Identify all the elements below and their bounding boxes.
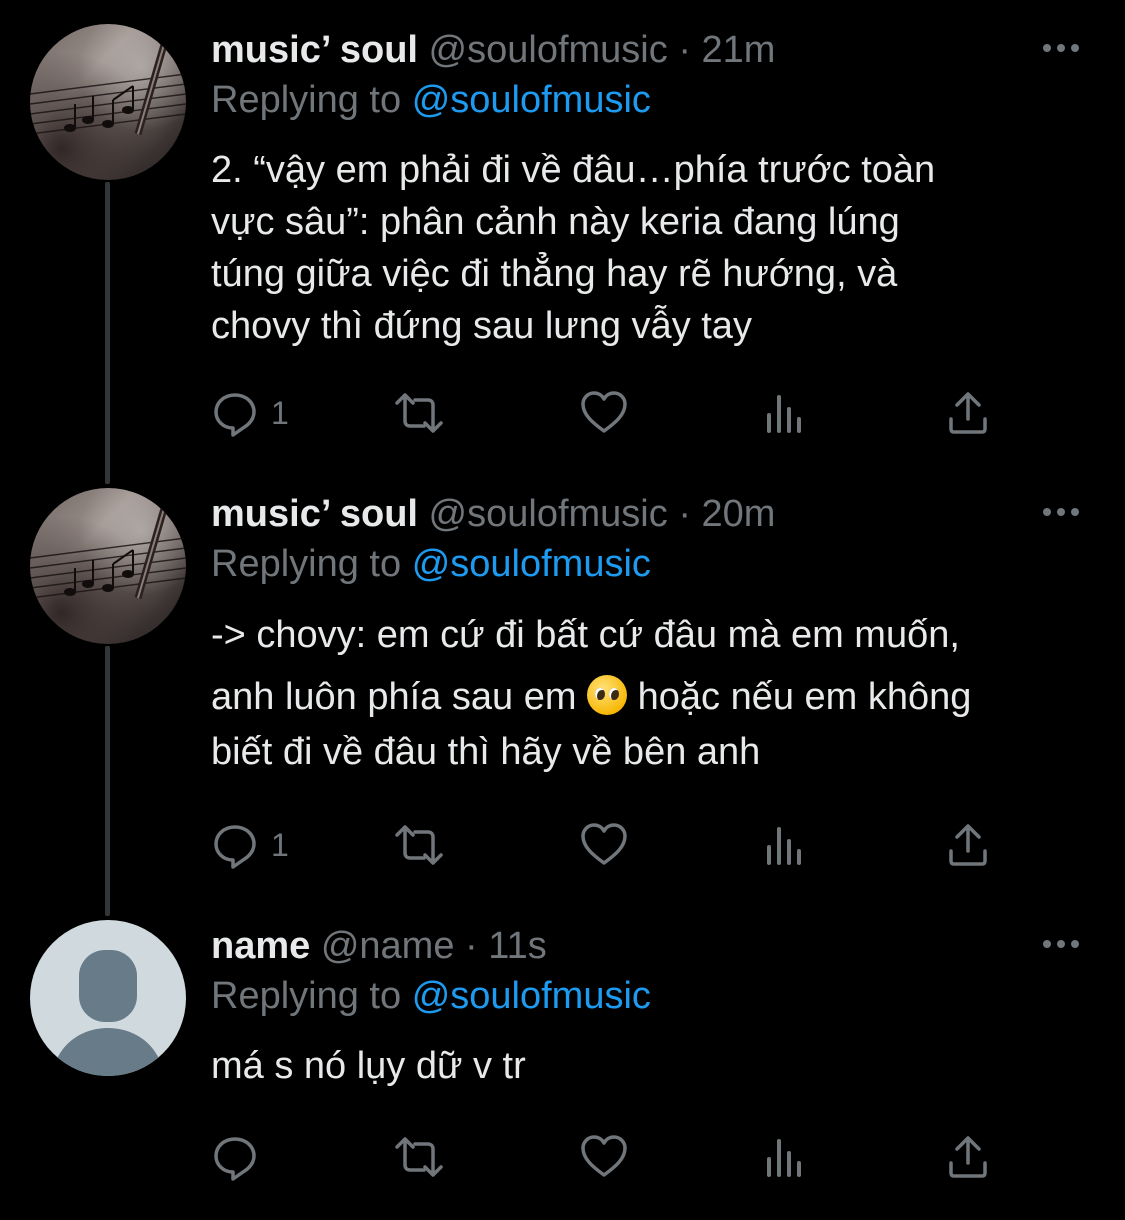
timestamp[interactable]: 11s bbox=[488, 925, 546, 967]
avatar[interactable] bbox=[30, 488, 186, 644]
reply-count: 1 bbox=[271, 826, 289, 863]
tweet-text-line: -> chovy: em cứ đi bất cứ đâu mà em muốn… bbox=[211, 614, 960, 656]
like-icon bbox=[581, 1135, 627, 1177]
like-icon bbox=[581, 391, 627, 433]
reply-icon bbox=[214, 1137, 256, 1181]
timestamp[interactable]: 20m bbox=[702, 493, 776, 535]
mention-link[interactable]: @soulofmusic bbox=[412, 79, 651, 121]
views-button[interactable] bbox=[763, 1132, 807, 1182]
separator-dot: · bbox=[678, 29, 691, 71]
tweet-header: name @name · 11s bbox=[211, 922, 547, 970]
reply-count: 1 bbox=[271, 394, 289, 431]
replying-label: Replying to bbox=[211, 543, 402, 585]
pleading-face-emoji-icon bbox=[587, 675, 628, 715]
timestamp[interactable]: 21m bbox=[702, 29, 776, 71]
like-button[interactable] bbox=[579, 1132, 629, 1182]
replying-to: Replying to @soulofmusic bbox=[211, 972, 651, 1020]
retweet-icon bbox=[395, 825, 443, 865]
reply-button[interactable]: 1 bbox=[211, 388, 289, 438]
like-button[interactable] bbox=[579, 820, 629, 870]
separator-dot: · bbox=[465, 925, 478, 967]
tweet-header: music’ soul @soulofmusic · 21m bbox=[211, 26, 775, 74]
tweet-text-line: túng giữa việc đi thẳng hay rẽ hướng, và bbox=[211, 253, 898, 295]
tweet-text-line: chovy thì đứng sau lưng vẫy tay bbox=[211, 305, 752, 347]
reply-button[interactable]: 1 bbox=[211, 820, 289, 870]
views-icon bbox=[767, 395, 801, 433]
mention-link[interactable]: @soulofmusic bbox=[412, 975, 651, 1017]
replying-label: Replying to bbox=[211, 79, 402, 121]
display-name[interactable]: music’ soul bbox=[211, 493, 418, 535]
mention-link[interactable]: @soulofmusic bbox=[412, 543, 651, 585]
user-handle[interactable]: @name bbox=[321, 925, 455, 967]
tweet-text-line: biết đi về đâu thì hãy về bên anh bbox=[211, 731, 761, 773]
music-sheet-avatar-icon bbox=[30, 488, 186, 599]
views-icon bbox=[767, 1139, 801, 1177]
views-button[interactable] bbox=[763, 820, 807, 870]
more-icon[interactable] bbox=[1041, 38, 1081, 58]
retweet-icon bbox=[395, 393, 443, 433]
like-button[interactable] bbox=[579, 388, 629, 438]
action-bar bbox=[211, 1132, 1011, 1182]
like-icon bbox=[581, 823, 627, 865]
avatar[interactable] bbox=[30, 24, 186, 180]
more-icon[interactable] bbox=[1041, 934, 1081, 954]
avatar[interactable] bbox=[30, 920, 186, 1076]
tweet-text-line: anh luôn phía sau em hoặc nếu em không bbox=[211, 666, 1091, 728]
tweet-header: music’ soul @soulofmusic · 20m bbox=[211, 490, 775, 538]
reply-icon bbox=[214, 825, 256, 869]
retweet-button[interactable] bbox=[389, 820, 449, 870]
views-icon bbox=[767, 827, 801, 865]
share-icon bbox=[949, 392, 987, 434]
tweet-text: 2. “vậy em phải đi về đâu…phía trước toà… bbox=[211, 144, 1091, 352]
separator-dot: · bbox=[678, 493, 691, 535]
replying-label: Replying to bbox=[211, 975, 402, 1017]
user-handle[interactable]: @soulofmusic bbox=[429, 493, 668, 535]
views-button[interactable] bbox=[763, 388, 807, 438]
more-icon[interactable] bbox=[1041, 502, 1081, 522]
user-handle[interactable]: @soulofmusic bbox=[429, 29, 668, 71]
action-bar: 1 bbox=[211, 388, 1011, 438]
retweet-icon bbox=[395, 1137, 443, 1177]
tweet[interactable]: name @name · 11s Replying to @soulofmusi… bbox=[0, 920, 1125, 1200]
tweet-text: -> chovy: em cứ đi bất cứ đâu mà em muốn… bbox=[211, 604, 1091, 776]
retweet-button[interactable] bbox=[389, 388, 449, 438]
replying-to: Replying to @soulofmusic bbox=[211, 540, 651, 588]
display-name[interactable]: name bbox=[211, 925, 310, 967]
share-button[interactable] bbox=[945, 820, 991, 870]
tweet-text: má s nó lụy dữ v tr bbox=[211, 1040, 1091, 1092]
display-name[interactable]: music’ soul bbox=[211, 29, 418, 71]
reply-button[interactable] bbox=[211, 1132, 271, 1182]
share-icon bbox=[949, 1136, 987, 1178]
replying-to: Replying to @soulofmusic bbox=[211, 76, 651, 124]
tweet[interactable]: music’ soul @soulofmusic · 20m Replying … bbox=[0, 488, 1125, 888]
tweet-text-line: 2. “vậy em phải đi về đâu…phía trước toà… bbox=[211, 149, 936, 191]
default-user-avatar-icon bbox=[52, 950, 164, 1076]
tweet-text-line: vực sâu”: phân cảnh này keria đang lúng bbox=[211, 201, 900, 243]
tweet[interactable]: music’ soul @soulofmusic · 21m Replying … bbox=[0, 24, 1125, 444]
reply-icon bbox=[214, 393, 256, 437]
tweet-text-segment: hoặc nếu em không bbox=[637, 676, 972, 718]
action-bar: 1 bbox=[211, 820, 1011, 870]
share-button[interactable] bbox=[945, 1132, 991, 1182]
retweet-button[interactable] bbox=[389, 1132, 449, 1182]
share-icon bbox=[949, 824, 987, 866]
tweet-text-segment: anh luôn phía sau em bbox=[211, 676, 577, 718]
share-button[interactable] bbox=[945, 388, 991, 438]
music-sheet-avatar-icon bbox=[30, 24, 186, 135]
tweet-text-line: má s nó lụy dữ v tr bbox=[211, 1045, 526, 1087]
